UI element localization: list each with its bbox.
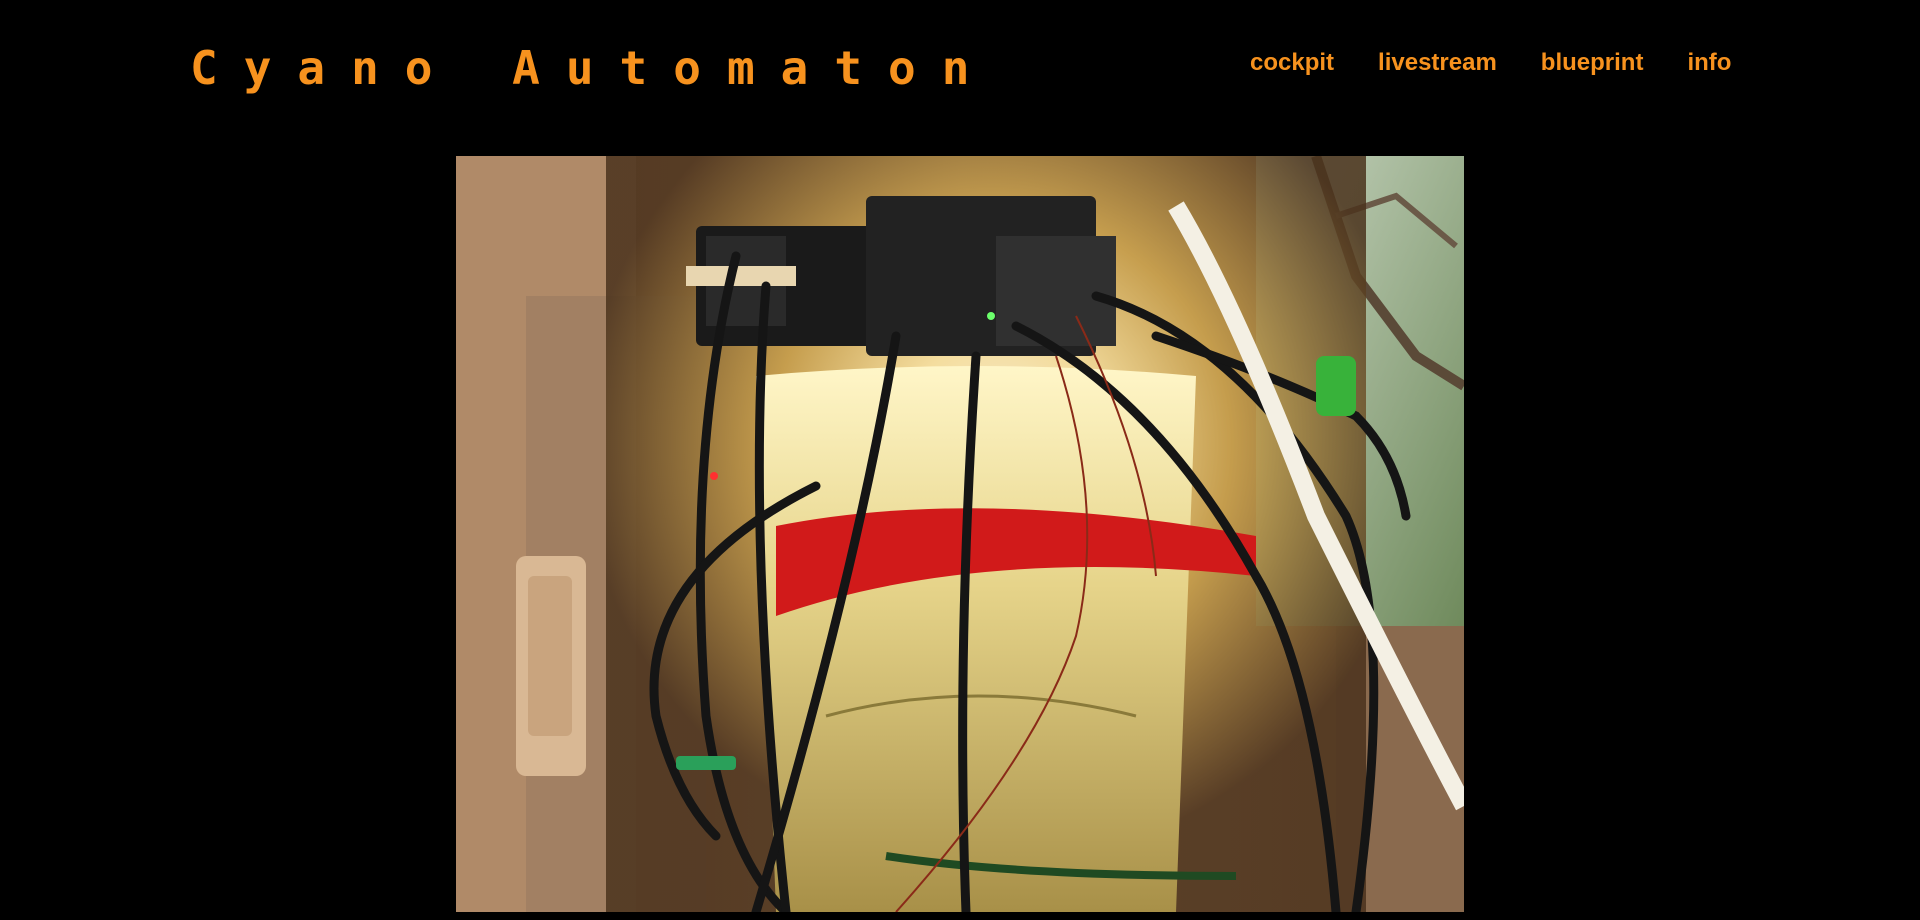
nav-info[interactable]: info [1687,46,1731,80]
page: Cyano Automaton cockpit livestream bluep… [0,0,1920,920]
livestream-image [456,156,1464,912]
site-logo[interactable]: Cyano Automaton [190,40,995,96]
header: Cyano Automaton cockpit livestream bluep… [0,0,1920,130]
nav-cockpit[interactable]: cockpit [1250,46,1334,80]
nav-blueprint[interactable]: blueprint [1541,46,1644,80]
main-nav: cockpit livestream blueprint info [1250,46,1731,80]
nav-livestream[interactable]: livestream [1378,46,1497,80]
